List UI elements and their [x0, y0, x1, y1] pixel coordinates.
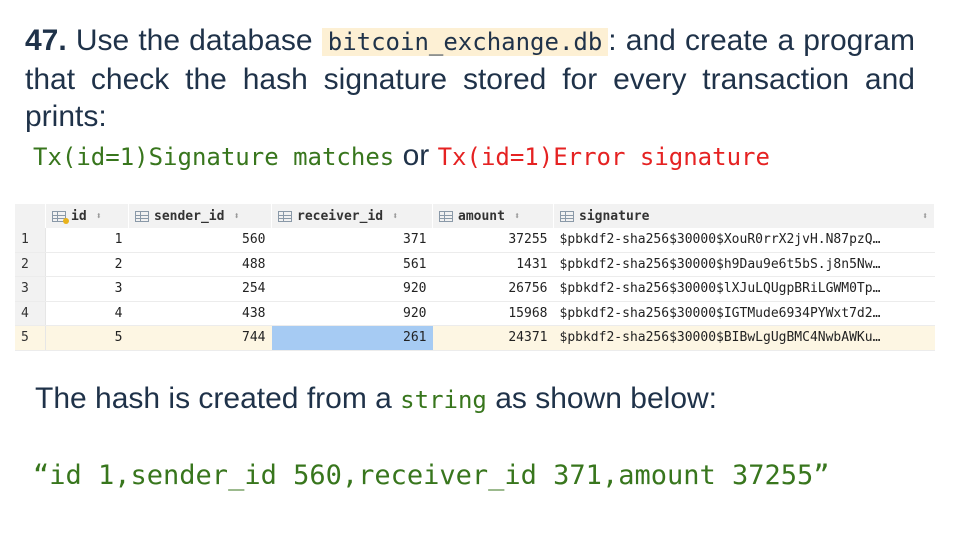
- row-number: 4: [15, 301, 46, 326]
- cell-id[interactable]: 1: [45, 228, 129, 253]
- cell-id[interactable]: 5: [45, 325, 129, 351]
- cell-sender-id[interactable]: 438: [128, 301, 272, 326]
- table-header-row: id ⬍ sender_id ⬍ receiver_id ⬍ amount ⬍ sign…: [15, 204, 935, 228]
- column-icon: [278, 210, 292, 222]
- cell-receiver-id[interactable]: 371: [271, 228, 433, 253]
- column-header-sender-id[interactable]: sender_id ⬍: [128, 204, 272, 228]
- column-header-amount[interactable]: amount ⬍: [432, 204, 554, 228]
- expected-outputs: Tx(id=1)Signature matches or Tx(id=1)Err…: [33, 138, 770, 175]
- column-icon: [439, 210, 453, 222]
- cell-signature[interactable]: $pbkdf2-sha256$30000$h9Dau9e6t5bS.j8n5Nw…: [553, 252, 935, 277]
- cell-id[interactable]: 3: [45, 276, 129, 302]
- column-header-signature[interactable]: signature ⬍: [553, 204, 935, 228]
- cell-id[interactable]: 4: [45, 301, 129, 326]
- match-output: Tx(id=1)Signature matches: [33, 143, 395, 171]
- column-icon: [560, 210, 574, 222]
- cell-signature[interactable]: $pbkdf2-sha256$30000$IGTMude6934PYWxt7d2…: [553, 301, 935, 326]
- cell-amount[interactable]: 26756: [432, 276, 554, 302]
- cell-amount[interactable]: 37255: [432, 228, 554, 253]
- cell-receiver-id[interactable]: 920: [271, 276, 433, 302]
- cell-signature[interactable]: $pbkdf2-sha256$30000$lXJuLQUgpBRiLGWM0Tp…: [553, 276, 935, 302]
- example-hash-string: “id 1,sender_id 560,receiver_id 371,amou…: [33, 460, 830, 491]
- cell-receiver-id-selected[interactable]: 261: [271, 325, 433, 351]
- row-number: 1: [15, 228, 46, 253]
- hash-text-before: The hash is created from a: [35, 382, 401, 415]
- sort-icon[interactable]: ⬍: [514, 211, 520, 222]
- row-number: 3: [15, 276, 46, 302]
- transactions-table: id ⬍ sender_id ⬍ receiver_id ⬍ amount ⬍ sign…: [15, 204, 935, 351]
- table-row[interactable]: 3 3 254 920 26756 $pbkdf2-sha256$30000$l…: [15, 276, 935, 302]
- cell-amount[interactable]: 15968: [432, 301, 554, 326]
- error-output: Tx(id=1)Error signature: [437, 143, 770, 171]
- cell-signature[interactable]: $pbkdf2-sha256$30000$XouR0rrX2jvH.N87pzQ…: [553, 228, 935, 253]
- column-header-receiver-id[interactable]: receiver_id ⬍: [271, 204, 433, 228]
- cell-signature[interactable]: $pbkdf2-sha256$30000$BIBwLgUgBMC4NwbAWKu…: [553, 325, 935, 351]
- row-number: 5: [15, 325, 46, 351]
- cell-id[interactable]: 2: [45, 252, 129, 277]
- hash-text-after: as shown below:: [486, 382, 718, 415]
- cell-amount[interactable]: 24371: [432, 325, 554, 351]
- string-code: string: [400, 386, 487, 414]
- or-text: or: [394, 139, 438, 172]
- cell-sender-id[interactable]: 744: [128, 325, 272, 351]
- primary-key-column-icon: [52, 210, 69, 224]
- row-number-header: [15, 204, 46, 228]
- sort-icon[interactable]: ⬍: [96, 211, 102, 222]
- db-name-code: bitcoin_exchange.db: [321, 28, 609, 56]
- sort-icon[interactable]: ⬍: [922, 211, 928, 222]
- table-row[interactable]: 2 2 488 561 1431 $pbkdf2-sha256$30000$h9…: [15, 252, 935, 277]
- cell-sender-id[interactable]: 488: [128, 252, 272, 277]
- cell-amount[interactable]: 1431: [432, 252, 554, 277]
- question-text: 47. Use the database bitcoin_exchange.db…: [25, 22, 915, 135]
- column-header-id[interactable]: id ⬍: [45, 204, 129, 228]
- row-number: 2: [15, 252, 46, 277]
- question-text-before: Use the database: [66, 24, 322, 57]
- column-icon: [135, 210, 149, 222]
- cell-receiver-id[interactable]: 920: [271, 301, 433, 326]
- cell-sender-id[interactable]: 254: [128, 276, 272, 302]
- sort-icon[interactable]: ⬍: [233, 211, 239, 222]
- table-row-selected[interactable]: 5 5 744 261 24371 $pbkdf2-sha256$30000$B…: [15, 325, 935, 351]
- cell-receiver-id[interactable]: 561: [271, 252, 433, 277]
- question-number: 47.: [25, 24, 67, 57]
- table-row[interactable]: 1 1 560 371 37255 $pbkdf2-sha256$30000$X…: [15, 228, 935, 253]
- hash-description: The hash is created from a string as sho…: [35, 381, 717, 418]
- table-row[interactable]: 4 4 438 920 15968 $pbkdf2-sha256$30000$I…: [15, 301, 935, 326]
- cell-sender-id[interactable]: 560: [128, 228, 272, 253]
- sort-icon[interactable]: ⬍: [392, 211, 398, 222]
